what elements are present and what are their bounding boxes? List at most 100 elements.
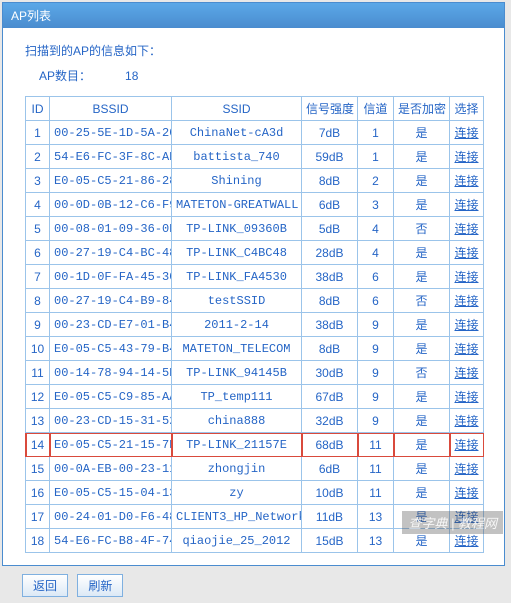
cell-encrypted: 是 xyxy=(394,241,450,265)
connect-link[interactable]: 连接 xyxy=(454,294,478,308)
table-header-row: ID BSSID SSID 信号强度 信道 是否加密 选择 xyxy=(26,97,484,121)
cell-ssid: china888 xyxy=(172,409,302,433)
refresh-button[interactable]: 刷新 xyxy=(77,574,123,597)
cell-id: 1 xyxy=(26,121,50,145)
col-signal: 信号强度 xyxy=(302,97,358,121)
panel-title: AP列表 xyxy=(3,3,504,28)
cell-id: 5 xyxy=(26,217,50,241)
cell-id: 16 xyxy=(26,481,50,505)
button-bar: 返回 刷新 xyxy=(22,568,511,603)
cell-ssid: zy xyxy=(172,481,302,505)
cell-signal: 11dB xyxy=(302,505,358,529)
cell-ssid: MATETON_TELECOM xyxy=(172,337,302,361)
col-id: ID xyxy=(26,97,50,121)
cell-ssid: testSSID xyxy=(172,289,302,313)
cell-bssid: 00-23-CD-15-31-52 xyxy=(50,409,172,433)
cell-action: 连接 xyxy=(450,217,484,241)
cell-action: 连接 xyxy=(450,361,484,385)
cell-bssid: 54-E6-FC-B8-4F-74 xyxy=(50,529,172,553)
cell-bssid: 00-27-19-C4-BC-48 xyxy=(50,241,172,265)
connect-link[interactable]: 连接 xyxy=(454,414,478,428)
connect-link[interactable]: 连接 xyxy=(454,198,478,212)
cell-encrypted: 是 xyxy=(394,505,450,529)
cell-id: 9 xyxy=(26,313,50,337)
connect-link[interactable]: 连接 xyxy=(454,510,478,524)
connect-link[interactable]: 连接 xyxy=(454,390,478,404)
connect-link[interactable]: 连接 xyxy=(454,366,478,380)
cell-bssid: 00-25-5E-1D-5A-20 xyxy=(50,121,172,145)
ap-list-panel: AP列表 扫描到的AP的信息如下： AP数目：18 ID BSSID SSID … xyxy=(2,2,505,566)
connect-link[interactable]: 连接 xyxy=(454,534,478,548)
cell-signal: 15dB xyxy=(302,529,358,553)
cell-signal: 59dB xyxy=(302,145,358,169)
cell-bssid: E0-05-C5-43-79-B4 xyxy=(50,337,172,361)
cell-id: 14 xyxy=(26,433,50,457)
cell-encrypted: 否 xyxy=(394,361,450,385)
cell-signal: 67dB xyxy=(302,385,358,409)
cell-signal: 5dB xyxy=(302,217,358,241)
connect-link[interactable]: 连接 xyxy=(454,174,478,188)
table-row: 700-1D-0F-FA-45-30TP-LINK_FA453038dB6是连接 xyxy=(26,265,484,289)
connect-link[interactable]: 连接 xyxy=(454,318,478,332)
cell-channel: 9 xyxy=(358,361,394,385)
table-row: 10E0-05-C5-43-79-B4MATETON_TELECOM8dB9是连… xyxy=(26,337,484,361)
cell-encrypted: 是 xyxy=(394,265,450,289)
cell-channel: 11 xyxy=(358,481,394,505)
connect-link[interactable]: 连接 xyxy=(454,222,478,236)
cell-encrypted: 是 xyxy=(394,433,450,457)
cell-channel: 9 xyxy=(358,337,394,361)
connect-link[interactable]: 连接 xyxy=(454,150,478,164)
col-bssid: BSSID xyxy=(50,97,172,121)
cell-bssid: E0-05-C5-21-15-7E xyxy=(50,433,172,457)
cell-action: 连接 xyxy=(450,265,484,289)
connect-link[interactable]: 连接 xyxy=(454,486,478,500)
cell-id: 15 xyxy=(26,457,50,481)
cell-action: 连接 xyxy=(450,121,484,145)
cell-id: 4 xyxy=(26,193,50,217)
cell-id: 17 xyxy=(26,505,50,529)
connect-link[interactable]: 连接 xyxy=(454,342,478,356)
connect-link[interactable]: 连接 xyxy=(454,270,478,284)
cell-id: 11 xyxy=(26,361,50,385)
table-row: 1100-14-78-94-14-5BTP-LINK_94145B30dB9否连… xyxy=(26,361,484,385)
table-row: 1854-E6-FC-B8-4F-74qiaojie_25_201215dB13… xyxy=(26,529,484,553)
cell-ssid: CLIENT3_HP_Network xyxy=(172,505,302,529)
connect-link[interactable]: 连接 xyxy=(454,126,478,140)
cell-ssid: battista_740 xyxy=(172,145,302,169)
cell-signal: 8dB xyxy=(302,337,358,361)
cell-encrypted: 是 xyxy=(394,337,450,361)
table-row: 1500-0A-EB-00-23-11zhongjin6dB11是连接 xyxy=(26,457,484,481)
cell-id: 18 xyxy=(26,529,50,553)
table-row: 1700-24-01-D0-F6-48CLIENT3_HP_Network11d… xyxy=(26,505,484,529)
table-row: 3E0-05-C5-21-86-28Shining8dB2是连接 xyxy=(26,169,484,193)
connect-link[interactable]: 连接 xyxy=(454,438,478,452)
cell-bssid: 00-0A-EB-00-23-11 xyxy=(50,457,172,481)
cell-channel: 1 xyxy=(358,121,394,145)
cell-encrypted: 是 xyxy=(394,409,450,433)
cell-channel: 6 xyxy=(358,289,394,313)
cell-encrypted: 是 xyxy=(394,169,450,193)
cell-channel: 13 xyxy=(358,529,394,553)
cell-signal: 6dB xyxy=(302,193,358,217)
cell-encrypted: 否 xyxy=(394,289,450,313)
connect-link[interactable]: 连接 xyxy=(454,462,478,476)
cell-action: 连接 xyxy=(450,289,484,313)
cell-action: 连接 xyxy=(450,145,484,169)
cell-id: 2 xyxy=(26,145,50,169)
table-row: 100-25-5E-1D-5A-20ChinaNet-cA3d7dB1是连接 xyxy=(26,121,484,145)
cell-channel: 1 xyxy=(358,145,394,169)
cell-signal: 32dB xyxy=(302,409,358,433)
cell-channel: 13 xyxy=(358,505,394,529)
cell-action: 连接 xyxy=(450,241,484,265)
table-row: 400-0D-0B-12-C6-F9MATETON-GREATWALL6dB3是… xyxy=(26,193,484,217)
cell-channel: 9 xyxy=(358,385,394,409)
cell-signal: 8dB xyxy=(302,169,358,193)
connect-link[interactable]: 连接 xyxy=(454,246,478,260)
cell-ssid: ChinaNet-cA3d xyxy=(172,121,302,145)
back-button[interactable]: 返回 xyxy=(22,574,68,597)
table-row: 800-27-19-C4-B9-84testSSID8dB6否连接 xyxy=(26,289,484,313)
cell-encrypted: 是 xyxy=(394,145,450,169)
cell-id: 3 xyxy=(26,169,50,193)
cell-encrypted: 是 xyxy=(394,121,450,145)
cell-ssid: TP-LINK_09360B xyxy=(172,217,302,241)
